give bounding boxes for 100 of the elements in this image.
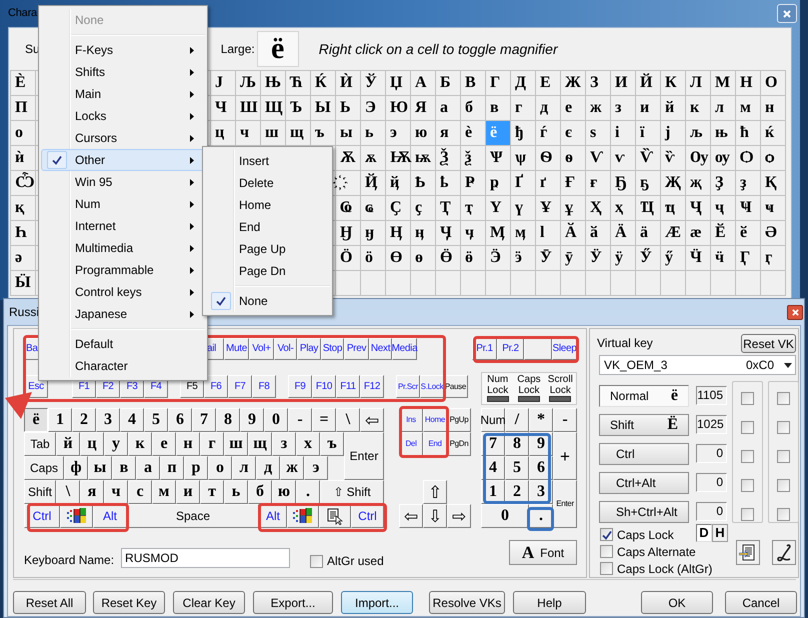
dialog-button[interactable]: Import...: [341, 591, 413, 614]
empty-character-cell[interactable]: [661, 271, 686, 296]
character-cell[interactable]: ѫ: [361, 146, 386, 171]
character-cell[interactable]: ѓ: [536, 121, 561, 146]
keyboard-key[interactable]: /: [505, 408, 529, 432]
keyboard-key[interactable]: End: [423, 432, 447, 456]
keyboard-key[interactable]: г: [200, 432, 224, 456]
keyboard-key[interactable]: ё: [24, 408, 48, 432]
character-cell[interactable]: ї: [636, 121, 661, 146]
empty-character-cell[interactable]: [711, 271, 736, 296]
menu-item[interactable]: Internet: [41, 215, 205, 237]
character-cell[interactable]: ӯ: [561, 246, 586, 271]
character-cell[interactable]: ѭ: [411, 146, 436, 171]
character-cell[interactable]: Ў: [361, 71, 386, 96]
keyboard-key[interactable]: .: [296, 480, 320, 504]
character-cell[interactable]: Ы: [311, 96, 336, 121]
keyboard-key[interactable]: -: [288, 408, 312, 432]
keyboard-key[interactable]: -: [553, 408, 577, 432]
character-cell[interactable]: Ӎ: [486, 221, 511, 246]
character-cell[interactable]: б: [461, 96, 486, 121]
character-cell[interactable]: м: [736, 96, 761, 121]
dialog-button[interactable]: Clear Key: [173, 591, 245, 614]
character-cell[interactable]: ѵ: [611, 146, 636, 171]
character-cell[interactable]: ұ: [561, 196, 586, 221]
character-cell[interactable]: к: [686, 96, 711, 121]
keyboard-key[interactable]: в: [112, 456, 136, 480]
character-cell[interactable]: љ: [686, 121, 711, 146]
character-cell[interactable]: Ѷ: [636, 146, 661, 171]
character-cell[interactable]: Ҏ: [461, 171, 486, 196]
character-cell[interactable]: н: [761, 96, 786, 121]
keyboard-key[interactable]: к: [128, 432, 152, 456]
character-cell[interactable]: Қ: [761, 171, 786, 196]
character-cell[interactable]: ӎ: [511, 221, 536, 246]
dialog-button[interactable]: Cancel: [725, 591, 797, 614]
character-cell[interactable]: Ѻ: [736, 146, 761, 171]
keyboard-key[interactable]: Next: [369, 338, 392, 360]
character-cell[interactable]: Ӱ: [586, 246, 611, 271]
empty-character-cell[interactable]: [411, 271, 436, 296]
character-cell[interactable]: ӱ: [611, 246, 636, 271]
shift-state-button[interactable]: Sh+Ctrl+Alt: [599, 501, 689, 523]
checkbox[interactable]: [741, 421, 754, 434]
empty-character-cell[interactable]: [536, 271, 561, 296]
character-cell[interactable]: Б: [436, 71, 461, 96]
checkbox[interactable]: [600, 562, 613, 575]
character-cell[interactable]: э: [386, 121, 411, 146]
character-cell[interactable]: И: [611, 71, 636, 96]
keyboard-key[interactable]: +: [553, 432, 577, 480]
keyboard-key[interactable]: ⇦: [399, 504, 423, 528]
character-cell[interactable]: ү: [511, 196, 536, 221]
keyboard-key[interactable]: 5: [144, 408, 168, 432]
keyboard-key[interactable]: Pr.2: [497, 338, 524, 360]
dialog-button[interactable]: Help: [513, 591, 586, 614]
keyboard-key[interactable]: Home: [423, 408, 447, 432]
keyboard-key[interactable]: п: [160, 456, 184, 480]
character-cell[interactable]: Ӷ: [736, 246, 761, 271]
character-cell[interactable]: Ҷ: [686, 196, 711, 221]
keyboard-key[interactable]: р: [184, 456, 208, 480]
keyboard-key[interactable]: 9: [240, 408, 264, 432]
character-cell[interactable]: ґ: [536, 171, 561, 196]
keyboard-key[interactable]: о: [208, 456, 232, 480]
empty-character-cell[interactable]: [461, 271, 486, 296]
character-cell[interactable]: ӊ: [411, 221, 436, 246]
keyboard-key[interactable]: ю: [272, 480, 296, 504]
character-cell[interactable]: Ѵ: [586, 146, 611, 171]
keyboard-key[interactable]: [287, 504, 319, 528]
character-cell[interactable]: Ҩ: [336, 196, 361, 221]
character-cell[interactable]: Ҫ: [386, 196, 411, 221]
character-cell[interactable]: ѷ: [661, 146, 686, 171]
keyboard-key[interactable]: м: [152, 480, 176, 504]
character-cell[interactable]: ѳ: [561, 146, 586, 171]
character-cell[interactable]: Ѯ: [436, 146, 461, 171]
character-cell[interactable]: Ғ: [561, 171, 586, 196]
character-cell[interactable]: Ҭ: [436, 196, 461, 221]
menu-item[interactable]: Delete: [205, 172, 330, 194]
empty-character-cell[interactable]: [736, 271, 761, 296]
menu-item[interactable]: Japanese: [41, 303, 205, 325]
character-cell[interactable]: ҷ: [711, 196, 736, 221]
keyboard-key[interactable]: ⇧ Shift: [320, 480, 384, 504]
keyboard-key[interactable]: у: [104, 432, 128, 456]
empty-character-cell[interactable]: [561, 271, 586, 296]
checkbox[interactable]: [741, 392, 754, 405]
character-cell[interactable]: ѕ: [586, 121, 611, 146]
character-cell[interactable]: ӏ: [536, 221, 561, 246]
empty-character-cell[interactable]: [336, 271, 361, 296]
keyboard-name-field[interactable]: RUSMOD: [121, 548, 290, 568]
keyboard-key[interactable]: Space: [127, 504, 259, 528]
empty-character-cell[interactable]: [436, 271, 461, 296]
character-cell[interactable]: Л: [686, 71, 711, 96]
character-cell[interactable]: ѱ: [511, 146, 536, 171]
keyboard-key[interactable]: 1: [48, 408, 72, 432]
menu-item[interactable]: F-Keys: [41, 39, 205, 61]
character-cell[interactable]: Ҕ: [611, 171, 636, 196]
keyboard-key[interactable]: ⇦: [360, 408, 384, 432]
character-cell[interactable]: ҹ: [761, 196, 786, 221]
keyboard-key[interactable]: 3: [96, 408, 120, 432]
keyboard-key[interactable]: л: [232, 456, 256, 480]
keyboard-key[interactable]: и: [176, 480, 200, 504]
keyboard-key[interactable]: Vol-: [274, 338, 297, 360]
dialog-button[interactable]: Reset Key: [93, 591, 165, 614]
dialog-button[interactable]: OK: [641, 591, 713, 614]
